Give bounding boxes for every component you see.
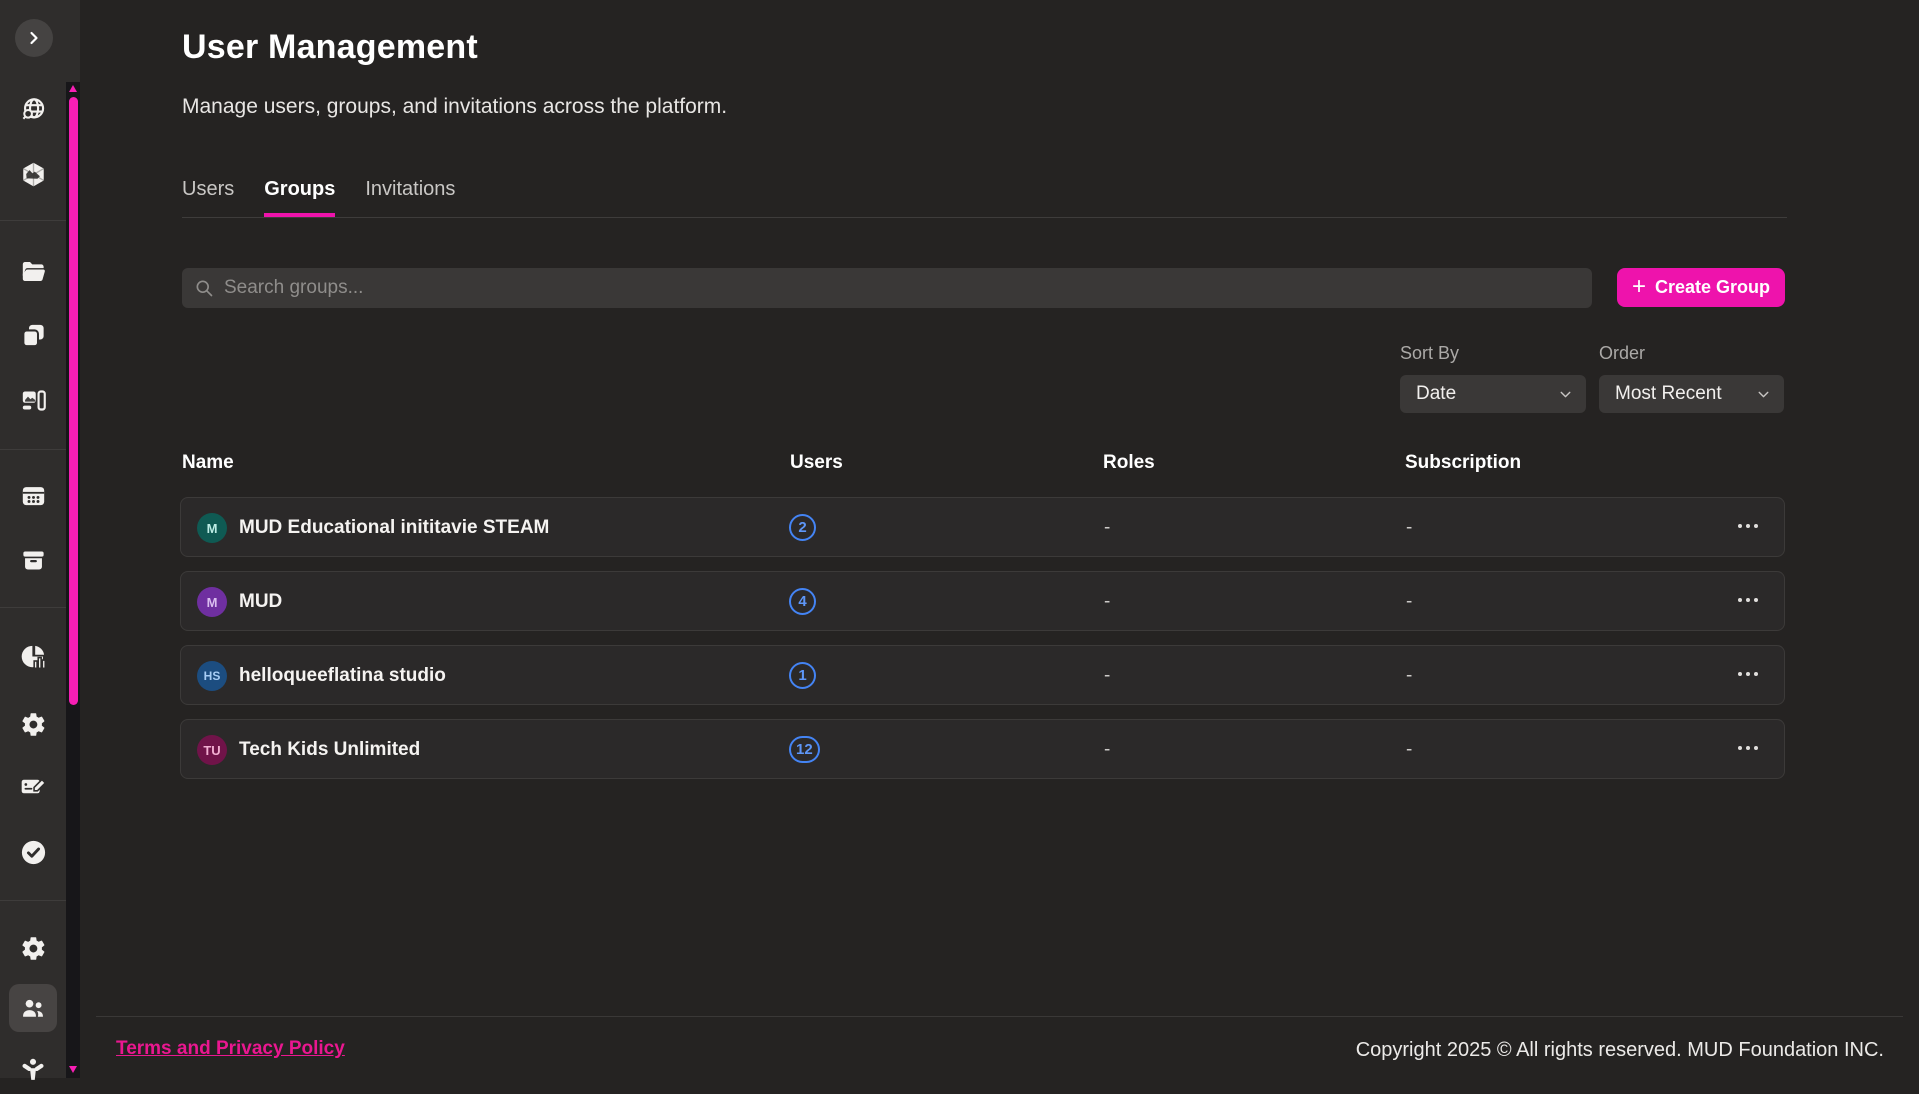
accessibility-person-icon <box>19 1056 47 1084</box>
sidebar-divider <box>0 607 66 608</box>
collections-icon <box>20 322 47 349</box>
row-actions-menu-button[interactable] <box>1738 598 1758 602</box>
create-group-label: Create Group <box>1655 277 1770 298</box>
users-count-badge: 1 <box>789 662 816 689</box>
group-name: MUD Educational inititavie STEAM <box>239 517 549 539</box>
sidebar-divider <box>0 900 66 901</box>
row-actions-menu-button[interactable] <box>1738 746 1758 750</box>
subscription-value: - <box>1406 517 1412 539</box>
table-row[interactable]: M MUD 4 - - <box>180 571 1785 631</box>
table-row[interactable]: HS helloqueeflatina studio 1 - - <box>180 645 1785 705</box>
users-count-badge: 2 <box>789 514 816 541</box>
sidebar-item-compose[interactable] <box>9 762 57 810</box>
tab-divider <box>182 217 1787 218</box>
table-row[interactable]: M MUD Educational inititavie STEAM 2 - - <box>180 497 1785 557</box>
users-count-badge: 4 <box>789 588 816 615</box>
sidebar-item-web-search[interactable] <box>9 85 57 133</box>
chevron-down-icon <box>1755 386 1772 403</box>
sidebar-divider <box>0 449 66 450</box>
subscription-value: - <box>1406 591 1412 613</box>
3d-assets-icon <box>20 161 47 188</box>
sidebar-divider <box>0 220 66 221</box>
users-icon <box>19 994 47 1022</box>
web-search-icon <box>20 96 47 123</box>
users-count-badge: 12 <box>789 736 820 763</box>
main-content: User Management Manage users, groups, an… <box>80 0 1919 1078</box>
search-input[interactable] <box>224 277 1580 299</box>
sort-by-value: Date <box>1416 383 1456 405</box>
gear-icon <box>20 935 47 962</box>
column-header-roles: Roles <box>1103 452 1155 474</box>
footer-divider <box>96 1016 1903 1017</box>
sidebar-scrollbar-thumb[interactable] <box>69 97 78 705</box>
check-circle-icon <box>19 838 48 867</box>
copyright-text: Copyright 2025 © All rights reserved. MU… <box>1356 1039 1884 1062</box>
sidebar-item-calendar[interactable] <box>9 471 57 519</box>
search-box[interactable] <box>182 268 1592 308</box>
subscription-value: - <box>1406 739 1412 761</box>
terms-privacy-link[interactable]: Terms and Privacy Policy <box>116 1038 345 1060</box>
gear-icon <box>20 711 47 738</box>
sidebar-item-accessibility[interactable] <box>9 1046 57 1094</box>
storyboard-icon <box>20 387 47 414</box>
create-group-button[interactable]: + Create Group <box>1617 268 1785 307</box>
calendar-icon <box>20 482 47 509</box>
folder-icon <box>20 258 47 285</box>
group-name: MUD <box>239 591 282 613</box>
sort-by-label: Sort By <box>1400 343 1459 364</box>
sidebar-item-analytics[interactable] <box>9 632 57 680</box>
row-actions-menu-button[interactable] <box>1738 672 1758 676</box>
order-label: Order <box>1599 343 1645 364</box>
sidebar <box>0 0 80 1078</box>
group-name: helloqueeflatina studio <box>239 665 446 687</box>
compose-card-icon <box>20 773 47 800</box>
avatar: M <box>197 587 227 617</box>
column-header-users: Users <box>790 452 843 474</box>
sidebar-item-check[interactable] <box>9 828 57 876</box>
chevron-down-icon <box>1557 386 1574 403</box>
search-icon <box>194 278 214 298</box>
plus-icon: + <box>1632 275 1646 299</box>
group-name: Tech Kids Unlimited <box>239 739 420 761</box>
column-header-name: Name <box>182 452 234 474</box>
page-subtitle: Manage users, groups, and invitations ac… <box>182 95 727 119</box>
avatar: M <box>197 513 227 543</box>
sort-by-dropdown[interactable]: Date <box>1400 375 1586 413</box>
avatar: TU <box>197 735 227 765</box>
sidebar-item-users[interactable] <box>9 984 57 1032</box>
analytics-pie-icon <box>20 643 47 670</box>
chevron-right-icon <box>24 28 44 48</box>
tab-users[interactable]: Users <box>182 178 234 217</box>
scroll-down-arrow-icon[interactable] <box>69 1066 77 1073</box>
roles-value: - <box>1104 517 1110 539</box>
sidebar-item-settings[interactable] <box>9 924 57 972</box>
tab-bar: Users Groups Invitations <box>182 178 455 217</box>
order-value: Most Recent <box>1615 383 1722 405</box>
column-header-subscription: Subscription <box>1405 452 1521 474</box>
row-actions-menu-button[interactable] <box>1738 524 1758 528</box>
sidebar-expand-button[interactable] <box>15 19 53 57</box>
tab-groups[interactable]: Groups <box>264 178 335 217</box>
sidebar-item-gear[interactable] <box>9 700 57 748</box>
sidebar-scrollbar-track[interactable] <box>66 82 80 1078</box>
sidebar-item-3d-assets[interactable] <box>9 150 57 198</box>
roles-value: - <box>1104 591 1110 613</box>
tab-invitations[interactable]: Invitations <box>365 178 455 217</box>
subscription-value: - <box>1406 665 1412 687</box>
avatar: HS <box>197 661 227 691</box>
sidebar-item-collections[interactable] <box>9 311 57 359</box>
archive-icon <box>20 547 47 574</box>
page-title: User Management <box>182 28 478 67</box>
roles-value: - <box>1104 739 1110 761</box>
order-dropdown[interactable]: Most Recent <box>1599 375 1784 413</box>
table-row[interactable]: TU Tech Kids Unlimited 12 - - <box>180 719 1785 779</box>
scroll-up-arrow-icon[interactable] <box>69 85 77 92</box>
sidebar-item-storyboard[interactable] <box>9 376 57 424</box>
sidebar-item-folder[interactable] <box>9 247 57 295</box>
roles-value: - <box>1104 665 1110 687</box>
sidebar-item-archive[interactable] <box>9 536 57 584</box>
